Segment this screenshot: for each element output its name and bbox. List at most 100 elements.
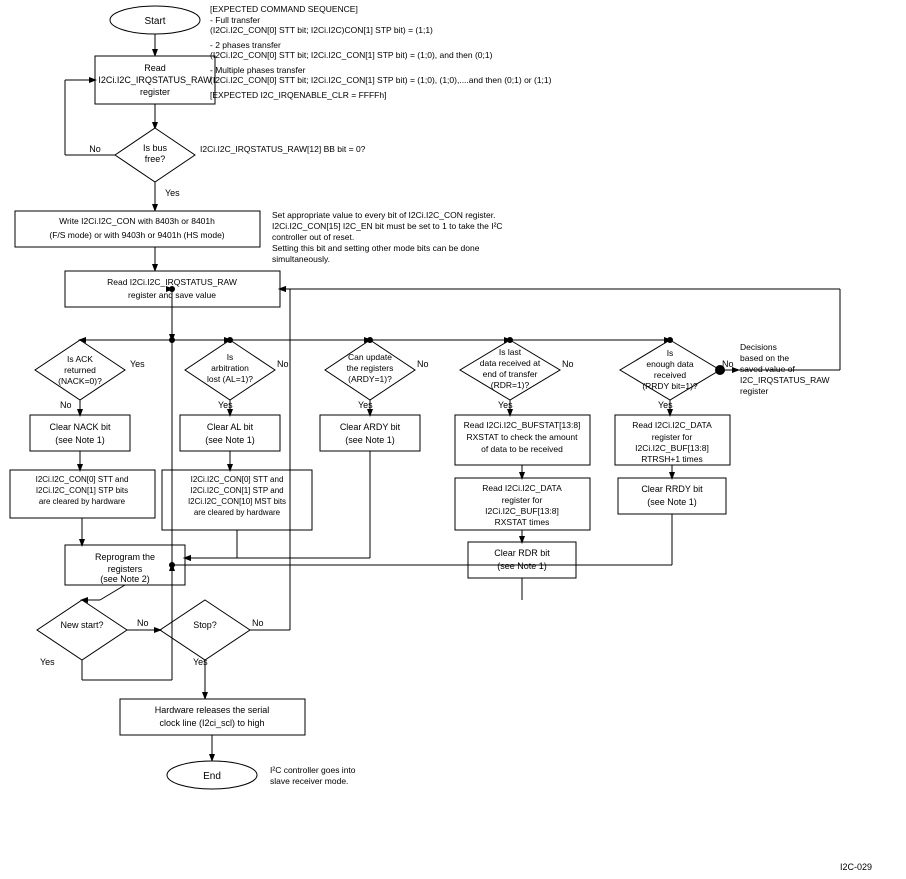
ack-yes-label: Yes	[130, 359, 145, 369]
svg-text:- Full transfer: - Full transfer	[210, 15, 260, 25]
svg-text:I2Ci.I2C_CON[15] I2C_EN bit mu: I2Ci.I2C_CON[15] I2C_EN bit must be set …	[272, 221, 503, 231]
svg-text:I2C_IRQSTATUS_RAW: I2C_IRQSTATUS_RAW	[740, 375, 830, 385]
svg-text:- 2 phases transfer: - 2 phases transfer	[210, 40, 281, 50]
svg-text:(I2Ci.I2C_CON[0] STT bit; I2Ci: (I2Ci.I2C_CON[0] STT bit; I2Ci.I2C_CON[1…	[210, 75, 552, 85]
rrdy-yes-label: Yes	[658, 400, 673, 410]
svg-text:I2Ci.I2C_CON[1] STP bits: I2Ci.I2C_CON[1] STP bits	[36, 486, 128, 495]
svg-text:slave receiver mode.: slave receiver mode.	[270, 776, 348, 786]
svg-text:I2Ci.I2C_IRQSTATUS_RAW: I2Ci.I2C_IRQSTATUS_RAW	[98, 75, 212, 85]
svg-text:(see Note 1): (see Note 1)	[55, 435, 105, 445]
svg-text:register: register	[740, 386, 769, 396]
svg-text:received: received	[654, 370, 686, 380]
svg-text:data received at: data received at	[480, 358, 541, 368]
svg-text:I2Ci.I2C_BUF[13:8]: I2Ci.I2C_BUF[13:8]	[635, 443, 709, 453]
svg-text:simultaneously.: simultaneously.	[272, 254, 330, 264]
is-ack-label: Is ACK	[67, 354, 93, 364]
decisions-label: Decisions	[740, 342, 777, 352]
svg-text:(I2Ci.I2C_CON[0] STT bit; I2Ci: (I2Ci.I2C_CON[0] STT bit; I2Ci.I2C)CON[1…	[210, 25, 433, 35]
end-label: End	[203, 771, 221, 782]
ack-no-label: No	[60, 400, 72, 410]
clear-nack-label: Clear NACK bit	[49, 422, 111, 432]
con-bits1-label: I2Ci.I2C_CON[0] STT and	[36, 475, 129, 484]
svg-text:[EXPECTED I2C_IRQENABLE_CLR =: [EXPECTED I2C_IRQENABLE_CLR = FFFFh]	[210, 90, 386, 100]
svg-text:RXSTAT times: RXSTAT times	[495, 517, 550, 527]
stop-yes: Yes	[193, 657, 208, 667]
svg-text:(I2Ci.I2C_CON[0] STT bit; I2Ci: (I2Ci.I2C_CON[0] STT bit; I2Ci.I2C_CON[1…	[210, 50, 493, 60]
svg-text:register for: register for	[502, 495, 543, 505]
clear-ardy-label: Clear ARDY bit	[340, 422, 401, 432]
svg-text:Setting this bit and setting o: Setting this bit and setting other mode …	[272, 243, 480, 253]
svg-text:enough data: enough data	[646, 359, 694, 369]
is-last-label: Is last	[499, 347, 522, 357]
new-start-no: No	[137, 618, 149, 628]
new-start-label: New start?	[60, 620, 103, 630]
arb-no-label: No	[277, 359, 289, 369]
svg-text:based on the: based on the	[740, 353, 789, 363]
reprogram-label: Reprogram the	[95, 552, 155, 562]
new-start-yes: Yes	[40, 657, 55, 667]
read-bufstat-label: Read I2Ci.I2C_BUFSTAT[13:8]	[464, 420, 581, 430]
svg-text:lost (AL=1)?: lost (AL=1)?	[207, 374, 253, 384]
no-bus-free: No	[89, 144, 101, 154]
rdr-no-label: No	[562, 359, 574, 369]
svg-text:end of transfer: end of transfer	[483, 369, 538, 379]
rdr-yes-label: Yes	[498, 400, 513, 410]
set-bits-label: Set appropriate value to every bit of I2…	[272, 210, 495, 220]
yes-bus-free: Yes	[165, 188, 180, 198]
clear-rdr-label: Clear RDR bit	[494, 548, 550, 558]
svg-text:RTRSH+1 times: RTRSH+1 times	[641, 454, 702, 464]
ardy-yes-label: Yes	[358, 400, 373, 410]
is-enough-label: Is	[667, 348, 674, 358]
arb-yes-label: Yes	[218, 400, 233, 410]
svg-text:I2Ci.I2C_CON[1] STP and: I2Ci.I2C_CON[1] STP and	[190, 486, 283, 495]
svg-text:saved value of: saved value of	[740, 364, 795, 374]
svg-text:- Multiple phases transfer: - Multiple phases transfer	[210, 65, 306, 75]
read-data-rrdy-label: Read I2Ci.I2C_DATA	[632, 420, 712, 430]
svg-text:arbitration: arbitration	[211, 363, 249, 373]
read-irq1-label: Read	[144, 63, 166, 73]
svg-text:(see Note 1): (see Note 1)	[497, 561, 547, 571]
svg-text:are cleared by hardware: are cleared by hardware	[39, 497, 126, 506]
diagram-id-label: I2C-029	[840, 862, 872, 872]
svg-text:(NACK=0)?: (NACK=0)?	[58, 376, 102, 386]
svg-text:clock line (I2ci_scl) to high: clock line (I2ci_scl) to high	[159, 718, 264, 728]
start-label: Start	[144, 16, 165, 27]
i2c-receiver-label: I²C controller goes into	[270, 765, 356, 775]
svg-text:the registers: the registers	[347, 363, 394, 373]
write-con-label: Write I2Ci.I2C_CON with 8403h or 8401h	[59, 216, 215, 226]
is-arb-label: Is	[227, 352, 234, 362]
rrdy-no-label: No	[722, 359, 734, 369]
svg-text:(ARDY=1)?: (ARDY=1)?	[348, 374, 392, 384]
stop-label: Stop?	[193, 620, 217, 630]
con-bits2-label: I2Ci.I2C_CON[0] STT and	[191, 475, 284, 484]
svg-text:(RDR=1)?: (RDR=1)?	[491, 380, 530, 390]
svg-text:are cleared by hardware: are cleared by hardware	[194, 508, 281, 517]
diagram-container: Start Read I2Ci.I2C_IRQSTATUS_RAW regist…	[0, 0, 906, 879]
svg-text:RXSTAT to check the amount: RXSTAT to check the amount	[466, 432, 578, 442]
svg-text:registers: registers	[108, 564, 143, 574]
is-bus-free-label: Is bus	[143, 143, 168, 153]
svg-text:I2Ci.I2C_CON[10] MST bits: I2Ci.I2C_CON[10] MST bits	[188, 497, 286, 506]
can-update-label: Can update	[348, 352, 392, 362]
svg-text:register: register	[140, 87, 170, 97]
read-irq2-label: Read I2Ci.I2C_IRQSTATUS_RAW	[107, 277, 237, 287]
svg-text:of data to be received: of data to be received	[481, 444, 563, 454]
svg-text:register for: register for	[652, 432, 693, 442]
flowchart-svg: Start Read I2Ci.I2C_IRQSTATUS_RAW regist…	[0, 0, 906, 879]
svg-text:(see Note 1): (see Note 1)	[647, 497, 697, 507]
clear-al-label: Clear AL bit	[207, 422, 254, 432]
svg-text:I2Ci.I2C_BUF[13:8]: I2Ci.I2C_BUF[13:8]	[485, 506, 559, 516]
clear-rrdy-label: Clear RRDY bit	[641, 484, 703, 494]
hw-release-label: Hardware releases the serial	[155, 705, 270, 715]
stop-no: No	[252, 618, 264, 628]
expected-seq-label: [EXPECTED COMMAND SEQUENCE]	[210, 4, 358, 14]
svg-text:(F/S mode) or with 9403h or 94: (F/S mode) or with 9403h or 9401h (HS mo…	[49, 230, 224, 240]
ardy-no-label: No	[417, 359, 429, 369]
bb-check-label: I2Ci.I2C_IRQSTATUS_RAW[12] BB bit = 0?	[200, 144, 366, 154]
svg-text:controller out of reset.: controller out of reset.	[272, 232, 354, 242]
svg-text:(RRDY bit=1)?: (RRDY bit=1)?	[642, 381, 698, 391]
svg-text:(see Note 2): (see Note 2)	[100, 574, 150, 584]
svg-text:returned: returned	[64, 365, 96, 375]
svg-text:(see Note 1): (see Note 1)	[345, 435, 395, 445]
svg-text:(see Note 1): (see Note 1)	[205, 435, 255, 445]
